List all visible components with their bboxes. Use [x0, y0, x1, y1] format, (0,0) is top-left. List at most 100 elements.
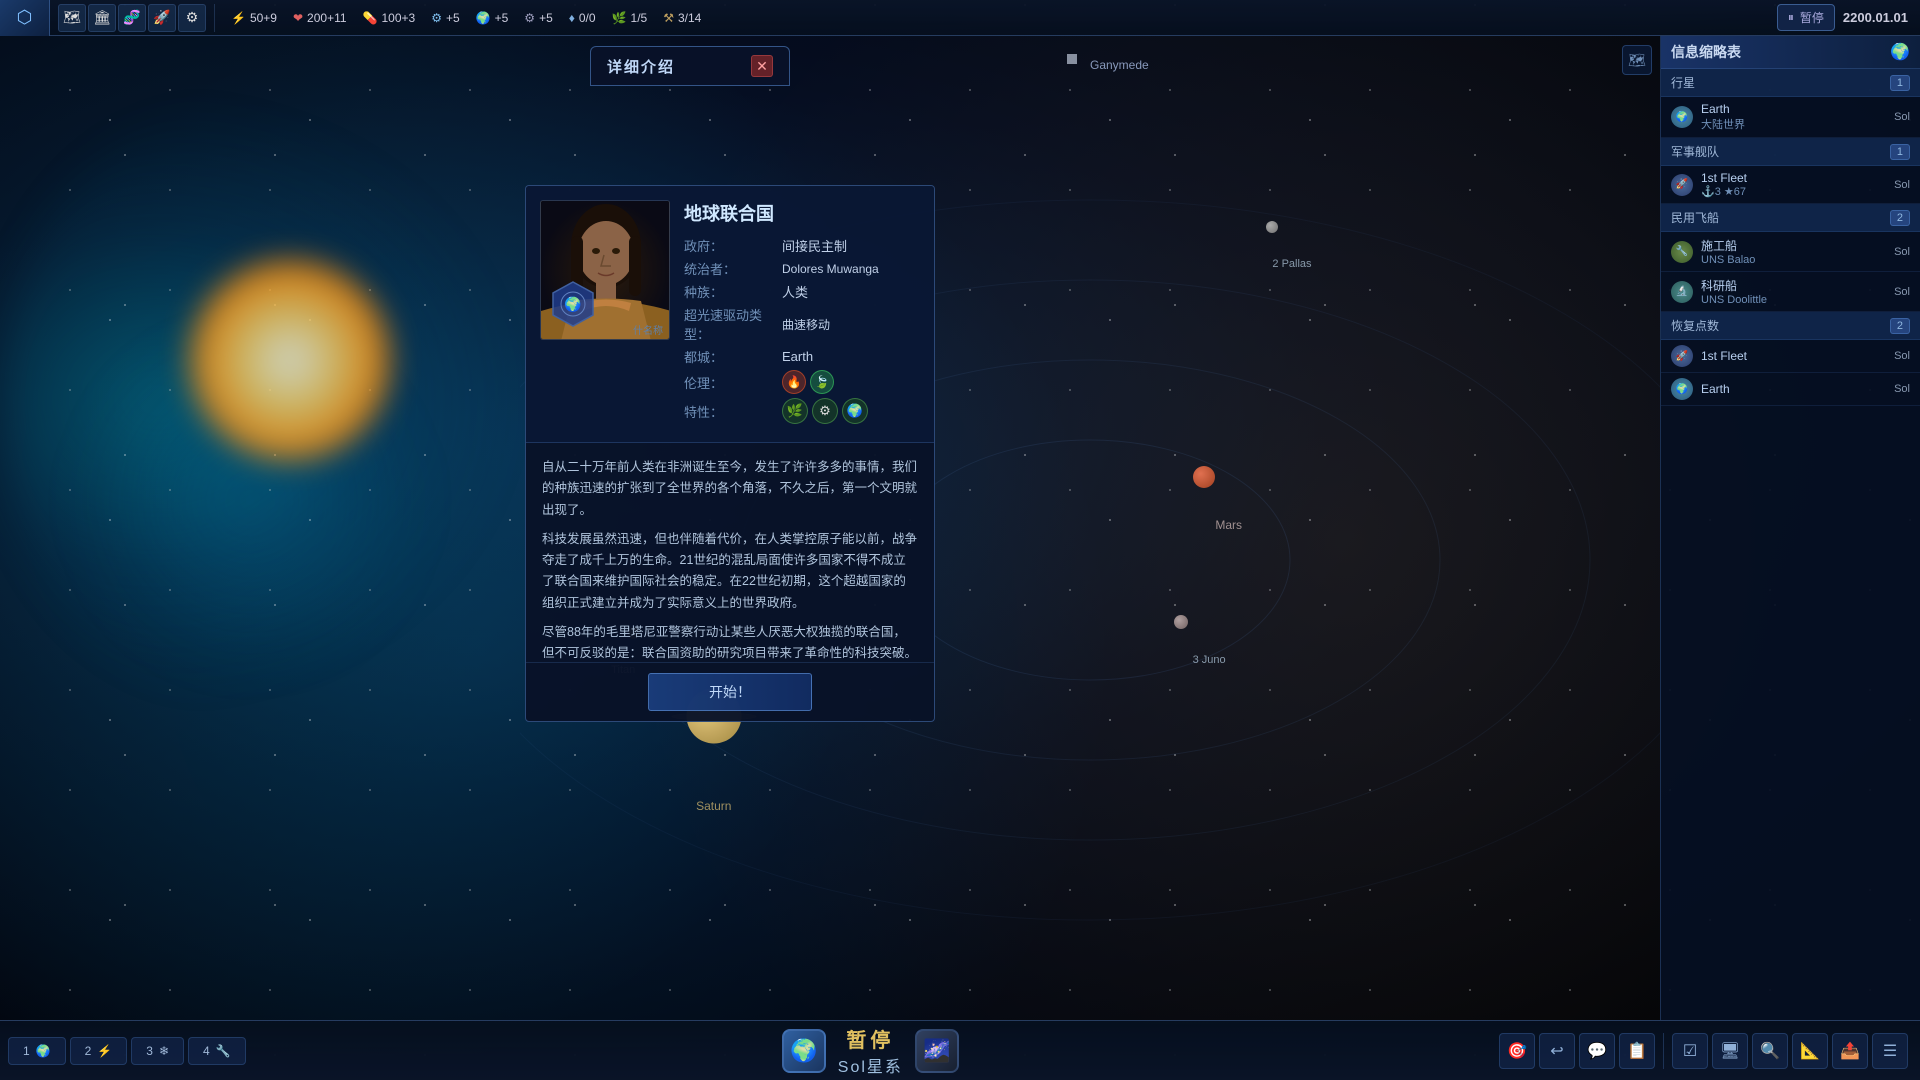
saturn-label: Saturn	[696, 799, 731, 813]
trait-icon-2: ⚙	[812, 398, 838, 424]
map-icons: 🗺	[1622, 45, 1652, 75]
section-fleet-count: 1	[1890, 144, 1910, 160]
r1-value: +5	[446, 11, 460, 25]
faction-info-right: 地球联合国 政府： 间接民主制 统治者： Dolores Muwanga 种族：…	[684, 200, 920, 428]
desc-para-3: 尽管88年的毛里塔尼亚警察行动让某些人厌恶大权独揽的联合国，但不可反驳的是：联合…	[542, 622, 918, 663]
resource-r6: ⚒ 3/14	[663, 11, 701, 25]
juno-label: 3 Juno	[1193, 654, 1226, 666]
bottom-tab-4[interactable]: 4 🔧	[188, 1037, 246, 1065]
panel-title: 信息缩略表	[1671, 42, 1741, 62]
bottom-tabs: 1 🌍 2 ⚡ 3 ❄ 4 🔧	[0, 1037, 254, 1065]
resource-minerals: 💊 100+3	[363, 11, 416, 25]
r4-icon: ♦	[569, 11, 575, 25]
recovery-item-earth[interactable]: 🌍 Earth Sol	[1661, 373, 1920, 406]
br-icon-1[interactable]: 🎯	[1499, 1033, 1535, 1069]
tab2-icon: ⚡	[97, 1044, 112, 1058]
r6-icon: ⚒	[663, 11, 674, 25]
faction-ethics-row: 伦理： 🔥 🍃	[684, 370, 920, 394]
top-science-btn[interactable]: 🧬	[118, 4, 146, 32]
r6-value: 3/14	[678, 11, 701, 25]
section-recovery: 恢复点数 2	[1661, 312, 1920, 340]
pallas-label: 2 Pallas	[1272, 258, 1311, 270]
sun	[190, 260, 390, 460]
br-icon-6[interactable]: 🖥	[1712, 1033, 1748, 1069]
br-icon-4[interactable]: 📋	[1619, 1033, 1655, 1069]
map-toggle-btn[interactable]: 🗺	[1622, 45, 1652, 75]
top-ship-btn[interactable]: 🚀	[148, 4, 176, 32]
br-icon-7[interactable]: 🔍	[1752, 1033, 1788, 1069]
pause-button[interactable]: ⏸ 暂停	[1777, 4, 1835, 31]
divider	[1663, 1033, 1664, 1069]
br-icon-10[interactable]: ☰	[1872, 1033, 1908, 1069]
info-summary-panel: 信息缩略表 🌍 行星 1 🌍 Earth 大陆世界 Sol 军事舰队 1 🚀 1…	[1660, 36, 1920, 1020]
top-map-btn[interactable]: 🗺	[58, 4, 86, 32]
recovery-item-fleet[interactable]: 🚀 1st Fleet Sol	[1661, 340, 1920, 373]
faction-ftl-label: 超光速驱动类型：	[684, 305, 774, 343]
recovery-earth-name: Earth	[1701, 382, 1886, 396]
trait-icons: 🌿 ⚙ 🌍	[782, 398, 868, 424]
fleet-name: 1st Fleet	[1701, 171, 1886, 185]
topbar-right: ⏸ 暂停 2200.01.01	[1765, 4, 1920, 31]
top-city-btn[interactable]: 🏛	[88, 4, 116, 32]
br-icon-2[interactable]: ↩	[1539, 1033, 1575, 1069]
faction-footer: 开始！	[526, 663, 934, 721]
bottom-tab-3[interactable]: 3 ❄	[131, 1037, 184, 1065]
r3-value: +5	[539, 11, 553, 25]
tab3-num: 3	[146, 1044, 153, 1058]
resource-bar: ⚡ 50+9 ❤ 200+11 💊 100+3 ⚙ +5 🌍 +5 ⚙ +5 ♦…	[215, 11, 1765, 25]
faction-header: 🌍 什名称 地球联合国 政府： 间接民主制 统治者： Dolores Muwan…	[526, 186, 934, 443]
bottom-tab-1[interactable]: 1 🌍	[8, 1037, 66, 1065]
bottom-tab-2[interactable]: 2 ⚡	[70, 1037, 128, 1065]
recovery-earth-icon: 🌍	[1671, 378, 1693, 400]
section-recovery-count: 2	[1890, 318, 1910, 334]
civil-item-doolittle[interactable]: 🔬 科研船 UNS Doolittle Sol	[1661, 272, 1920, 312]
r3-icon: ⚙	[524, 11, 535, 25]
paused-label: 暂停	[838, 1024, 903, 1053]
bottom-system-icon[interactable]: 🌍	[782, 1029, 826, 1073]
game-logo[interactable]: ⬡	[0, 0, 50, 36]
dialog-close-btn[interactable]: ✕	[751, 55, 773, 77]
top-settings-btn[interactable]: ⚙	[178, 4, 206, 32]
civil-item-balao[interactable]: 🔧 施工船 UNS Balao Sol	[1661, 232, 1920, 272]
faction-species-label: 种族：	[684, 282, 774, 301]
earth-info: Earth 大陆世界	[1701, 102, 1886, 132]
recovery-fleet-icon: 🚀	[1671, 345, 1693, 367]
food-icon: ❤	[293, 11, 303, 25]
ganymede-label: Ganymede	[1090, 58, 1149, 72]
faction-capital-row: 都城： Earth	[684, 347, 920, 366]
section-recovery-label: 恢复点数	[1671, 317, 1719, 334]
doolittle-name: UNS Doolittle	[1701, 294, 1886, 306]
bottom-center-inner: 🌍 暂停 Sol星系 🌌	[782, 1024, 959, 1077]
br-icon-9[interactable]: 📤	[1832, 1033, 1868, 1069]
doolittle-location: Sol	[1894, 286, 1910, 298]
energy-icon: ⚡	[231, 11, 246, 25]
trait-icon-3: 🌍	[842, 398, 868, 424]
tab1-icon: 🌍	[36, 1044, 51, 1058]
faction-ruler-label: 统治者：	[684, 259, 774, 278]
minerals-value: 100+3	[382, 11, 416, 25]
faction-species-value: 人类	[782, 282, 808, 301]
portrait-name-tag: 什名称	[633, 322, 663, 337]
section-civil-label: 民用飞船	[1671, 209, 1719, 226]
tab3-icon: ❄	[159, 1044, 169, 1058]
fleet-item-1st[interactable]: 🚀 1st Fleet ⚓3 ★67 Sol	[1661, 166, 1920, 204]
r2-icon: 🌍	[476, 11, 491, 25]
br-icon-3[interactable]: 💬	[1579, 1033, 1615, 1069]
planet-item-earth[interactable]: 🌍 Earth 大陆世界 Sol	[1661, 97, 1920, 138]
bottom-galaxy-icon[interactable]: 🌌	[915, 1029, 959, 1073]
br-icon-5[interactable]: ☑	[1672, 1033, 1708, 1069]
resource-r2: 🌍 +5	[476, 11, 509, 25]
recovery-fleet-loc: Sol	[1894, 350, 1910, 362]
faction-gov-row: 政府： 间接民主制	[684, 236, 920, 255]
bottom-right-icons: 🎯 ↩ 💬 📋 ☑ 🖥 🔍 📐 📤 ☰	[1487, 1033, 1920, 1069]
faction-portrait: 🌍 什名称	[540, 200, 670, 340]
faction-description: 自从二十万年前人类在非洲诞生至今，发生了许许多多的事情，我们的种族迅速的扩张到了…	[526, 443, 934, 663]
ethics-icons: 🔥 🍃	[782, 370, 834, 394]
faction-traits-label: 特性：	[684, 402, 774, 421]
start-button[interactable]: 开始！	[648, 673, 812, 711]
minerals-icon: 💊	[363, 11, 378, 25]
pause-icon: ⏸	[1788, 10, 1794, 25]
br-icon-8[interactable]: 📐	[1792, 1033, 1828, 1069]
section-planets: 行星 1	[1661, 69, 1920, 97]
bottom-bar: 1 🌍 2 ⚡ 3 ❄ 4 🔧 🌍 暂停 Sol星系 🌌 🎯 ↩ 💬	[0, 1020, 1920, 1080]
